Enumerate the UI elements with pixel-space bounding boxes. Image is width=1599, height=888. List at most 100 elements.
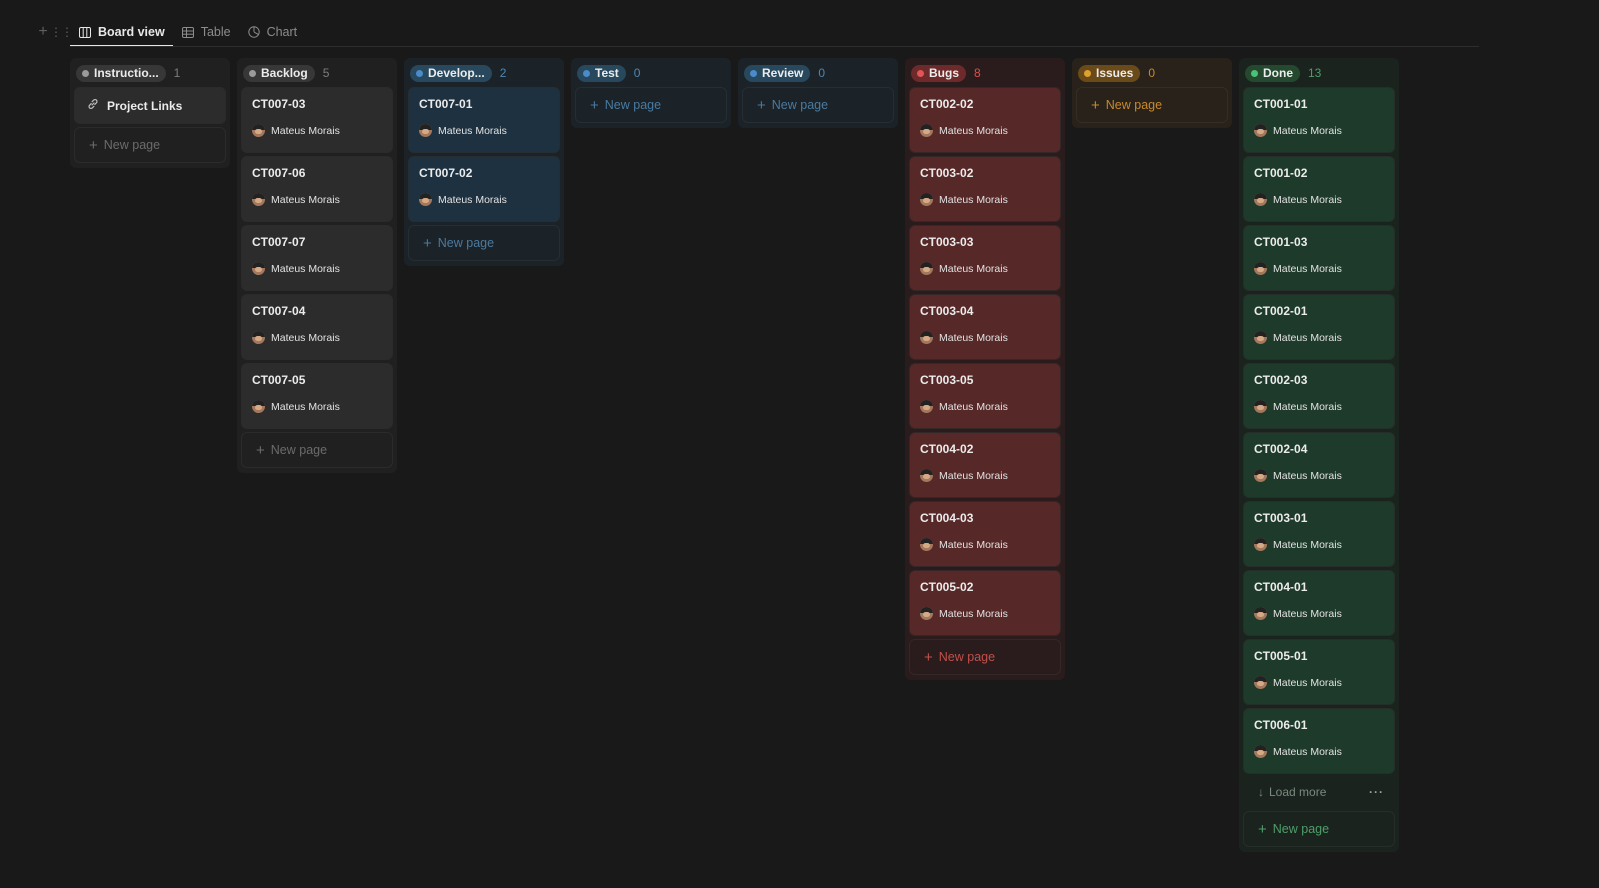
card-title: CT007-05 (252, 373, 306, 387)
card-assignee: Mateus Morais (252, 400, 382, 413)
assignee-name: Mateus Morais (939, 607, 1008, 620)
card-assignee: Mateus Morais (1254, 331, 1384, 344)
task-card[interactable]: CT001-03 Mateus Morais (1244, 226, 1394, 290)
task-card[interactable]: CT004-02 Mateus Morais (910, 433, 1060, 497)
status-pill-backlog[interactable]: Backlog (243, 64, 315, 82)
task-card[interactable]: CT006-01 Mateus Morais (1244, 709, 1394, 773)
card-title: CT007-07 (252, 235, 306, 249)
new-page-button[interactable]: + New page (1077, 88, 1227, 122)
status-dot (1084, 69, 1091, 77)
task-card[interactable]: CT007-06 Mateus Morais (242, 157, 392, 221)
task-card[interactable]: CT003-05 Mateus Morais (910, 364, 1060, 428)
board-icon (78, 25, 92, 39)
new-page-button[interactable]: + New page (75, 128, 225, 162)
avatar (252, 193, 265, 206)
avatar (1254, 607, 1267, 620)
card-title: CT004-03 (920, 511, 974, 525)
new-page-button[interactable]: + New page (409, 226, 559, 260)
status-dot (249, 69, 256, 77)
tab-label: Board view (98, 25, 165, 39)
new-page-label: New page (938, 650, 996, 664)
status-dot (416, 69, 423, 77)
assignee-name: Mateus Morais (438, 193, 507, 206)
status-label: Instructio... (94, 66, 159, 80)
new-page-label: New page (103, 138, 161, 152)
column-count: 13 (1308, 66, 1322, 80)
tab-board-view[interactable]: Board view (70, 18, 173, 47)
card-assignee: Mateus Morais (920, 124, 1050, 137)
column-count: 0 (1148, 66, 1156, 80)
assignee-name: Mateus Morais (1273, 331, 1342, 344)
new-page-button[interactable]: + New page (743, 88, 893, 122)
card-title: CT003-04 (920, 304, 974, 318)
status-pill-development[interactable]: Develop... (410, 64, 492, 82)
load-more-button[interactable]: ↓ Load more (1258, 785, 1326, 799)
avatar (1254, 538, 1267, 551)
task-card[interactable]: CT002-03 Mateus Morais (1244, 364, 1394, 428)
card-assignee: Mateus Morais (920, 400, 1050, 413)
column-header: Instructio... 1 (75, 58, 225, 88)
tab-chart[interactable]: Chart (239, 18, 306, 46)
new-page-button[interactable]: + New page (576, 88, 726, 122)
assignee-name: Mateus Morais (1273, 607, 1342, 620)
status-pill-issues[interactable]: Issues (1078, 64, 1141, 82)
table-icon (181, 25, 195, 39)
new-page-label: New page (604, 98, 662, 112)
task-card[interactable]: CT002-04 Mateus Morais (1244, 433, 1394, 497)
new-page-button[interactable]: + New page (910, 640, 1060, 674)
task-card[interactable]: CT007-04 Mateus Morais (242, 295, 392, 359)
column-bugs: Bugs 8 CT002-02 Mateus Morais CT003-02 Mateus… (905, 58, 1065, 680)
task-card[interactable]: CT005-01 Mateus Morais (1244, 640, 1394, 704)
card-assignee: Mateus Morais (419, 124, 549, 137)
task-card[interactable]: CT004-01 Mateus Morais (1244, 571, 1394, 635)
new-page-label: New page (437, 236, 495, 250)
drag-handle-icon[interactable]: ⋮⋮ (50, 21, 73, 43)
new-page-button[interactable]: + New page (242, 433, 392, 467)
task-card[interactable]: CT003-02 Mateus Morais (910, 157, 1060, 221)
task-card[interactable]: CT007-03 Mateus Morais (242, 88, 392, 152)
avatar (1254, 124, 1267, 137)
task-card[interactable]: CT005-02 Mateus Morais (910, 571, 1060, 635)
assignee-name: Mateus Morais (1273, 538, 1342, 551)
avatar (252, 331, 265, 344)
tab-table[interactable]: Table (173, 18, 239, 46)
task-card[interactable]: CT002-02 Mateus Morais (910, 88, 1060, 152)
new-page-button[interactable]: + New page (1244, 812, 1394, 846)
task-card[interactable]: CT004-03 Mateus Morais (910, 502, 1060, 566)
task-card[interactable]: CT007-02 Mateus Morais (409, 157, 559, 221)
status-pill-done[interactable]: Done (1245, 64, 1300, 82)
status-pill-review[interactable]: Review (744, 64, 811, 82)
card-title: CT005-01 (1254, 649, 1308, 663)
task-card[interactable]: CT002-01 Mateus Morais (1244, 295, 1394, 359)
avatar (419, 124, 432, 137)
plus-icon: + (1258, 820, 1267, 838)
column-issues: Issues 0 + New page (1072, 58, 1232, 128)
assignee-name: Mateus Morais (1273, 676, 1342, 689)
card-assignee: Mateus Morais (1254, 538, 1384, 551)
project-links-card[interactable]: Project Links (75, 88, 225, 123)
card-assignee: Mateus Morais (920, 193, 1050, 206)
assignee-name: Mateus Morais (939, 262, 1008, 275)
task-card[interactable]: CT001-01 Mateus Morais (1244, 88, 1394, 152)
task-card[interactable]: CT003-03 Mateus Morais (910, 226, 1060, 290)
more-options-icon[interactable]: ··· (1369, 785, 1384, 799)
task-card[interactable]: CT003-01 Mateus Morais (1244, 502, 1394, 566)
status-pill-test[interactable]: Test (577, 64, 626, 82)
column-done: Done 13 CT001-01 Mateus Morais CT001-02 Mateu… (1239, 58, 1399, 852)
card-assignee: Mateus Morais (1254, 745, 1384, 758)
status-pill-instructions[interactable]: Instructio... (76, 64, 166, 82)
task-card[interactable]: CT007-07 Mateus Morais (242, 226, 392, 290)
card-title: CT001-01 (1254, 97, 1308, 111)
task-card[interactable]: CT001-02 Mateus Morais (1244, 157, 1394, 221)
task-card[interactable]: CT007-05 Mateus Morais (242, 364, 392, 428)
card-title: CT001-02 (1254, 166, 1308, 180)
status-dot (750, 69, 757, 77)
avatar (920, 331, 933, 344)
column-header: Backlog 5 (242, 58, 392, 88)
status-label: Bugs (929, 66, 959, 80)
status-pill-bugs[interactable]: Bugs (911, 64, 966, 82)
task-card[interactable]: CT007-01 Mateus Morais (409, 88, 559, 152)
card-title: CT001-03 (1254, 235, 1308, 249)
column-count: 1 (173, 66, 181, 80)
task-card[interactable]: CT003-04 Mateus Morais (910, 295, 1060, 359)
